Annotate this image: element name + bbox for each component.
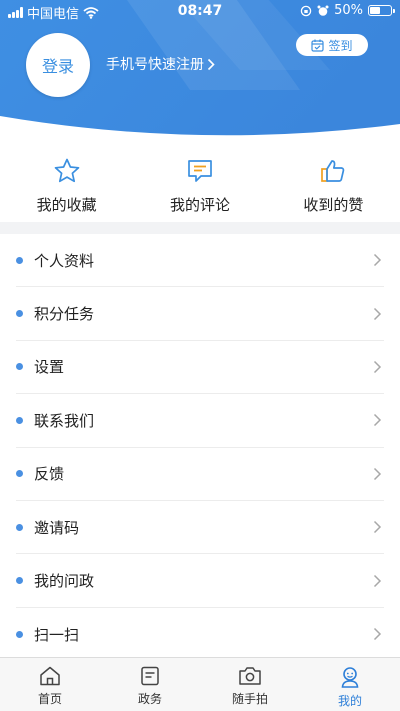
menu-item-label: 联系我们 bbox=[34, 411, 95, 430]
tab-bar: 首页 政务 随手拍 我的 bbox=[0, 657, 400, 711]
bullet-icon bbox=[16, 523, 23, 531]
section-divider bbox=[0, 222, 400, 234]
quick-actions: 我的收藏 我的评论 收到的赞 bbox=[0, 150, 400, 222]
menu-item-scan[interactable]: 扫一扫 bbox=[16, 608, 384, 661]
tab-mine[interactable]: 我的 bbox=[300, 658, 400, 711]
register-label: 手机号快速注册 bbox=[106, 57, 204, 73]
menu-item-profile[interactable]: 个人资料 bbox=[16, 234, 384, 288]
signin-button[interactable]: 签到 bbox=[296, 34, 368, 56]
tab-home[interactable]: 首页 bbox=[0, 658, 100, 711]
register-link[interactable]: 手机号快速注册 bbox=[106, 54, 215, 74]
tab-mine-label: 我的 bbox=[337, 694, 362, 708]
camera-icon bbox=[239, 667, 261, 685]
bullet-icon bbox=[16, 416, 23, 424]
star-icon bbox=[54, 158, 80, 183]
tab-home-label: 首页 bbox=[37, 692, 62, 706]
chevron-right-icon bbox=[370, 307, 384, 321]
menu-item-label: 个人资料 bbox=[34, 251, 95, 270]
menu-item-feedback[interactable]: 反馈 bbox=[16, 448, 384, 501]
battery-percent: 50% bbox=[334, 3, 363, 18]
menu-item-points-tasks[interactable]: 积分任务 bbox=[16, 287, 384, 341]
menu-list: 个人资料 积分任务 设置 联系我们 反馈 邀请码 我的问政 扫一扫 bbox=[0, 234, 400, 661]
login-button[interactable]: 登录 bbox=[26, 33, 90, 97]
chevron-right-icon bbox=[370, 360, 384, 374]
signin-label: 签到 bbox=[328, 38, 353, 53]
chevron-right-icon bbox=[370, 520, 384, 534]
bullet-icon bbox=[16, 630, 23, 638]
menu-item-label: 积分任务 bbox=[34, 305, 95, 324]
profile-icon bbox=[341, 667, 359, 688]
chevron-right-icon bbox=[370, 627, 384, 641]
quick-likes-label: 收到的赞 bbox=[303, 196, 364, 214]
menu-item-label: 反馈 bbox=[34, 465, 65, 484]
bullet-icon bbox=[16, 470, 23, 478]
quick-comments[interactable]: 我的评论 bbox=[133, 150, 266, 222]
home-icon bbox=[40, 666, 60, 686]
menu-item-label: 邀请码 bbox=[34, 518, 80, 537]
document-icon bbox=[141, 666, 159, 686]
comment-icon bbox=[188, 160, 212, 182]
chevron-right-icon bbox=[370, 574, 384, 588]
menu-item-my-inquiries[interactable]: 我的问政 bbox=[16, 554, 384, 608]
menu-item-label: 设置 bbox=[34, 358, 65, 377]
quick-likes[interactable]: 收到的赞 bbox=[267, 150, 400, 222]
tab-government[interactable]: 政务 bbox=[100, 658, 200, 711]
tab-snapshot-label: 随手拍 bbox=[231, 692, 268, 706]
profile-header: 中国电信 08:47 50% 登录 手机号快速注册 签到 bbox=[0, 0, 400, 150]
tab-government-label: 政务 bbox=[137, 692, 162, 706]
bullet-icon bbox=[16, 363, 23, 371]
calendar-check-icon bbox=[311, 39, 325, 52]
rotation-lock-icon bbox=[300, 5, 312, 16]
tab-snapshot[interactable]: 随手拍 bbox=[200, 658, 300, 711]
menu-item-settings[interactable]: 设置 bbox=[16, 341, 384, 395]
thumbs-up-icon bbox=[321, 160, 345, 182]
chevron-right-icon bbox=[207, 58, 215, 70]
chevron-right-icon bbox=[370, 253, 384, 267]
chevron-right-icon bbox=[370, 413, 384, 427]
battery-icon bbox=[368, 5, 395, 16]
menu-item-label: 我的问政 bbox=[34, 572, 95, 591]
menu-item-invite-code[interactable]: 邀请码 bbox=[16, 501, 384, 555]
alarm-icon bbox=[317, 5, 329, 16]
menu-item-label: 扫一扫 bbox=[34, 625, 80, 644]
bullet-icon bbox=[16, 577, 23, 585]
chevron-right-icon bbox=[370, 467, 384, 481]
menu-item-contact-us[interactable]: 联系我们 bbox=[16, 394, 384, 448]
quick-comments-label: 我的评论 bbox=[169, 196, 230, 214]
profile-page: 中国电信 08:47 50% 登录 手机号快速注册 签到 我的收藏 我的评论 收… bbox=[0, 0, 400, 711]
quick-favorites-label: 我的收藏 bbox=[36, 196, 97, 214]
bullet-icon bbox=[16, 256, 23, 264]
quick-favorites[interactable]: 我的收藏 bbox=[0, 150, 133, 222]
bullet-icon bbox=[16, 310, 23, 318]
status-bar: 中国电信 08:47 50% bbox=[0, 0, 400, 22]
